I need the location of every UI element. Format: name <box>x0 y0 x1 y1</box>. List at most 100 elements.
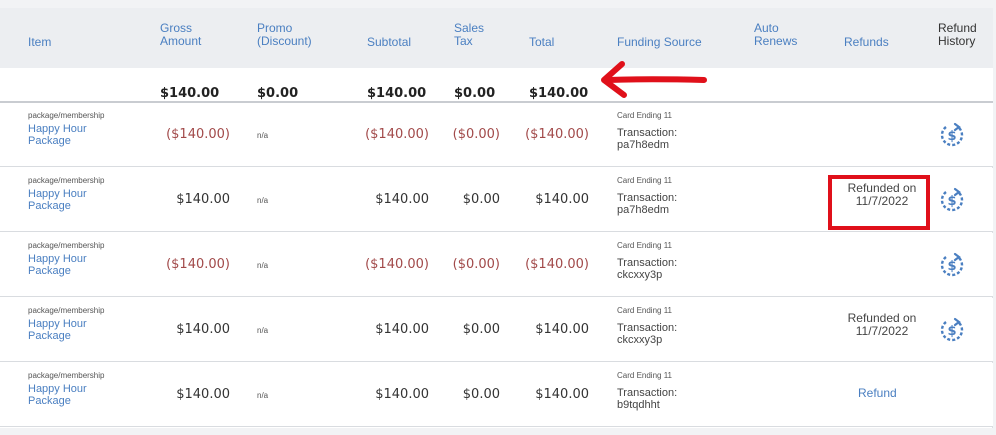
cell-promo: n/a <box>257 261 269 270</box>
cell-gross: $140.00 <box>176 192 230 207</box>
cell-total: $140.00 <box>535 387 589 402</box>
table-row: package/membership Happy Hour Package ($140… <box>0 103 993 167</box>
transaction-id: ckcxxy3p <box>617 334 663 346</box>
col-promo[interactable]: Promo (Discount) <box>257 22 312 48</box>
item-name-line-2: Package <box>28 395 71 407</box>
col-gross-amount[interactable]: Gross Amount <box>160 22 201 48</box>
cell-tax: $0.00 <box>462 192 500 207</box>
transaction-label: Transaction: <box>617 192 678 204</box>
cell-subtotal: ($140.00) <box>365 257 429 272</box>
transaction-id: pa7h8edm <box>617 204 669 216</box>
col-item-label: Item <box>28 35 52 49</box>
transaction-label: Transaction: <box>617 257 678 269</box>
funding-transaction: Transaction: pa7h8edm <box>617 192 717 216</box>
funding-card: Card Ending 11 <box>617 176 672 185</box>
transaction-id: ckcxxy3p <box>617 269 663 281</box>
cell-tax: ($0.00) <box>452 127 500 142</box>
total-tax: $0.00 <box>454 86 496 101</box>
refund-date: 11/7/2022 <box>855 324 909 338</box>
table-row: package/membership Happy Hour Package $140.… <box>0 363 993 427</box>
item-category: package/membership <box>28 111 105 120</box>
cell-tax: $0.00 <box>462 387 500 402</box>
cell-total: ($140.00) <box>525 127 589 142</box>
item-category: package/membership <box>28 241 105 250</box>
cell-promo: n/a <box>257 391 269 400</box>
cell-total: ($140.00) <box>525 257 589 272</box>
cell-total: $140.00 <box>535 322 589 337</box>
col-subtotal-label: Subtotal <box>367 35 412 49</box>
funding-card: Card Ending 11 <box>617 111 672 120</box>
transaction-label: Transaction: <box>617 322 678 334</box>
cell-gross: ($140.00) <box>166 257 230 272</box>
item-category: package/membership <box>28 176 105 185</box>
transaction-label: Transaction: <box>617 387 678 399</box>
col-hist-label-2: History <box>938 34 976 48</box>
svg-text:$: $ <box>947 194 956 209</box>
col-promo-label-2: (Discount) <box>257 34 312 48</box>
item-link[interactable]: Happy Hour Package <box>28 188 118 212</box>
item-link[interactable]: Happy Hour Package <box>28 123 118 147</box>
table-header: Item Gross Amount Promo (Discount) Subtota… <box>0 8 993 68</box>
svg-text:$: $ <box>947 259 956 274</box>
item-name-line-2: Package <box>28 135 71 147</box>
col-subtotal[interactable]: Subtotal <box>367 36 411 49</box>
col-total-label: Total <box>529 35 555 49</box>
refund-status: Refunded on 11/7/2022 <box>834 312 930 338</box>
item-link[interactable]: Happy Hour Package <box>28 318 118 342</box>
red-arrow-annotation <box>601 61 707 98</box>
item-name-line-2: Package <box>28 200 71 212</box>
item-category: package/membership <box>28 371 105 380</box>
col-gross-label-2: Amount <box>160 34 202 48</box>
item-link[interactable]: Happy Hour Package <box>28 383 118 407</box>
cell-gross: $140.00 <box>176 387 230 402</box>
cell-tax: ($0.00) <box>452 257 500 272</box>
cell-subtotal: $140.00 <box>375 322 429 337</box>
refund-link[interactable]: Refund <box>858 386 897 400</box>
col-sales-tax[interactable]: Sales Tax <box>454 22 484 48</box>
col-auto-renews[interactable]: Auto Renews <box>754 22 797 48</box>
cell-promo: n/a <box>257 326 269 335</box>
funding-card: Card Ending 11 <box>617 371 672 380</box>
total-total: $140.00 <box>529 86 589 101</box>
cell-promo: n/a <box>257 196 269 205</box>
cell-subtotal: ($140.00) <box>365 127 429 142</box>
funding-card: Card Ending 11 <box>617 241 672 250</box>
funding-transaction: Transaction: ckcxxy3p <box>617 257 717 281</box>
refund-history-icon[interactable]: $ <box>938 316 966 344</box>
total-gross: $140.00 <box>160 86 220 101</box>
item-name-line-1: Happy Hour <box>28 383 87 395</box>
funding-transaction: Transaction: pa7h8edm <box>617 127 717 151</box>
item-name-line-1: Happy Hour <box>28 123 87 135</box>
svg-text:$: $ <box>947 324 956 339</box>
item-link[interactable]: Happy Hour Package <box>28 253 118 277</box>
col-item[interactable]: Item <box>28 36 51 49</box>
refund-history-icon[interactable]: $ <box>938 251 966 279</box>
item-name-line-2: Package <box>28 265 71 277</box>
transaction-id: b9tqdhht <box>617 399 660 411</box>
totals-row: $140.00 $0.00 $140.00 $0.00 $140.00 <box>0 68 993 103</box>
col-refunds[interactable]: Refunds <box>844 36 889 49</box>
item-category: package/membership <box>28 306 105 315</box>
table-row: package/membership Happy Hour Package $140.… <box>0 298 993 362</box>
transaction-label: Transaction: <box>617 127 678 139</box>
refund-history-icon[interactable]: $ <box>938 121 966 149</box>
cell-subtotal: $140.00 <box>375 387 429 402</box>
item-name-line-2: Package <box>28 330 71 342</box>
funding-transaction: Transaction: ckcxxy3p <box>617 322 717 346</box>
refund-highlight-box <box>828 175 930 230</box>
cell-tax: $0.00 <box>462 322 500 337</box>
refund-history-icon[interactable]: $ <box>938 186 966 214</box>
col-refunds-label: Refunds <box>844 35 889 49</box>
col-tax-label-2: Tax <box>454 34 473 48</box>
funding-card: Card Ending 11 <box>617 306 672 315</box>
col-funding-label: Funding Source <box>617 35 702 49</box>
item-name-line-1: Happy Hour <box>28 318 87 330</box>
item-name-line-1: Happy Hour <box>28 253 87 265</box>
col-funding-source[interactable]: Funding Source <box>617 36 702 49</box>
total-promo: $0.00 <box>257 86 299 101</box>
item-name-line-1: Happy Hour <box>28 188 87 200</box>
cell-total: $140.00 <box>535 192 589 207</box>
funding-transaction: Transaction: b9tqdhht <box>617 387 717 411</box>
col-total[interactable]: Total <box>529 36 554 49</box>
cell-subtotal: $140.00 <box>375 192 429 207</box>
